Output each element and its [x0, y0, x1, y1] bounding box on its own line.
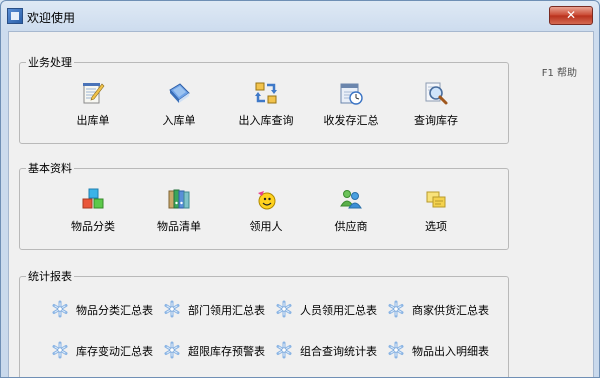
summary-label: 收发存汇总 — [323, 114, 379, 127]
basic-group-title: 基本资料 — [28, 162, 72, 175]
snowflake-icon — [51, 300, 69, 318]
sticky-notes-icon — [426, 191, 446, 208]
stock-query-label: 查询库存 — [414, 114, 458, 127]
reports-group: 统计报表 — [19, 268, 509, 377]
options-label: 选项 — [425, 220, 447, 233]
report-label: 物品分类汇总表 — [76, 304, 153, 317]
calendar-clock-icon — [340, 83, 363, 105]
item-category-item[interactable]: 物品分类 — [57, 186, 129, 234]
io-query-label: 出入库查询 — [238, 114, 294, 127]
client-area: F1 帮助 业务处理 出库单 入库单 出入库查询 收发存汇总 查询库存 基本资料… — [8, 31, 594, 377]
inbound-order-label: 入库单 — [162, 114, 196, 127]
reports-group-title: 统计报表 — [28, 270, 72, 283]
outbound-order-item[interactable]: 出库单 — [57, 80, 129, 128]
blue-book-icon — [169, 83, 190, 103]
close-button[interactable]: ✕ — [549, 6, 593, 25]
snowflake-icon — [387, 300, 405, 318]
report-label: 库存变动汇总表 — [76, 345, 153, 358]
report-label: 商家供货汇总表 — [412, 304, 489, 317]
window-title: 欢迎使用 — [27, 11, 76, 25]
snowflake-icon — [163, 341, 181, 359]
smiley-person-icon — [258, 191, 276, 210]
report-label: 人员领用汇总表 — [300, 304, 377, 317]
options-item[interactable]: 选项 — [400, 186, 472, 234]
snowflake-icon — [275, 300, 293, 318]
help-link[interactable]: F1 帮助 — [542, 64, 577, 79]
supplier-item[interactable]: 供应商 — [315, 186, 387, 234]
item-category-label: 物品分类 — [71, 220, 115, 233]
snowflake-icon — [387, 341, 405, 359]
colored-cubes-icon — [82, 188, 104, 209]
magnifier-icon — [425, 82, 448, 105]
inbound-order-item[interactable]: 入库单 — [143, 80, 215, 128]
main-window: 欢迎使用 ✕ F1 帮助 业务处理 出库单 入库单 出入库查询 收发存汇总 查询… — [0, 0, 600, 378]
notepad-pencil-icon — [83, 83, 105, 104]
recipient-item[interactable]: 领用人 — [230, 186, 302, 234]
snowflake-icon — [275, 341, 293, 359]
supplier-label: 供应商 — [334, 220, 368, 233]
exchange-arrows-icon — [255, 82, 277, 104]
title-bar[interactable]: 欢迎使用 ✕ — [1, 1, 599, 31]
report-label: 物品出入明细表 — [412, 345, 489, 358]
binders-icon — [168, 189, 190, 209]
snowflake-icon — [163, 300, 181, 318]
recipient-label: 领用人 — [249, 220, 283, 233]
business-group-title: 业务处理 — [28, 56, 72, 69]
summary-item[interactable]: 收发存汇总 — [315, 80, 387, 128]
io-query-item[interactable]: 出入库查询 — [230, 80, 302, 128]
report-label: 部门领用汇总表 — [188, 304, 265, 317]
item-list-label: 物品清单 — [157, 220, 201, 233]
stock-query-item[interactable]: 查询库存 — [400, 80, 472, 128]
snowflake-icon — [51, 341, 69, 359]
report-label: 组合查询统计表 — [300, 345, 377, 358]
report-label: 超限库存预警表 — [188, 345, 265, 358]
people-group-icon — [340, 190, 362, 209]
outbound-order-label: 出库单 — [76, 114, 110, 127]
item-list-item[interactable]: 物品清单 — [143, 186, 215, 234]
app-icon — [7, 8, 23, 24]
